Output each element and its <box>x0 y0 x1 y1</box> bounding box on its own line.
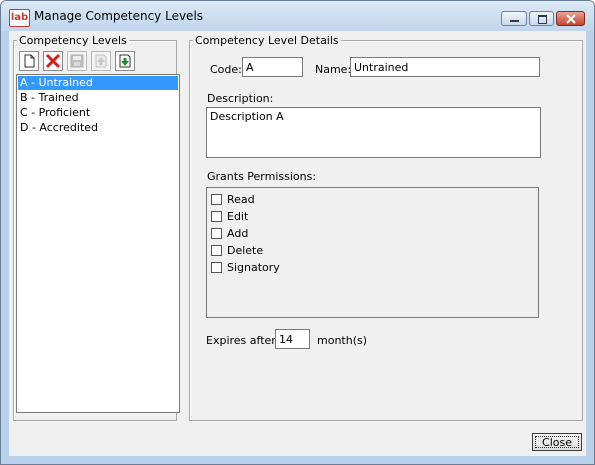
list-item[interactable]: A - Untrained <box>18 76 178 90</box>
name-input[interactable] <box>350 57 540 77</box>
description-text: Description A <box>210 110 284 123</box>
maximize-button[interactable] <box>529 11 554 26</box>
minimize-button[interactable] <box>501 11 527 26</box>
grants-permissions-label: Grants Permissions: <box>207 170 317 183</box>
window-title: Manage Competency Levels <box>34 9 204 23</box>
new-document-icon <box>24 54 35 68</box>
manage-competency-levels-window: lab Manage Competency Levels Competency … <box>0 0 595 465</box>
list-item[interactable]: D - Accredited <box>18 121 178 135</box>
minimize-icon <box>510 20 519 22</box>
competency-levels-list[interactable]: A - Untrained B - Trained C - Proficient… <box>16 74 180 413</box>
code-label: Code: <box>210 63 242 76</box>
competency-levels-legend: Competency Levels <box>19 34 127 47</box>
dialog-client-area: Competency Levels A - Untrained B - Trai… <box>9 31 586 456</box>
name-label: Name: <box>315 63 352 76</box>
add-checkbox[interactable] <box>211 228 222 239</box>
list-item[interactable]: C - Proficient <box>18 106 178 120</box>
add-label: Add <box>227 227 249 240</box>
close-button[interactable]: Close <box>532 433 582 451</box>
expires-months-input[interactable] <box>275 329 310 349</box>
description-label: Description: <box>207 92 274 105</box>
maximize-icon <box>538 15 547 24</box>
app-logo-icon: lab <box>9 9 30 27</box>
save-level-button[interactable] <box>67 51 87 71</box>
move-down-button[interactable] <box>115 51 135 71</box>
expires-after-label: Expires after <box>206 334 276 347</box>
read-checkbox[interactable] <box>211 194 222 205</box>
edit-checkbox[interactable] <box>211 211 222 222</box>
window-close-button[interactable] <box>556 11 585 26</box>
signatory-label: Signatory <box>227 261 280 274</box>
months-unit-label: month(s) <box>317 334 368 347</box>
new-level-button[interactable] <box>19 51 39 71</box>
delete-x-icon <box>45 53 61 69</box>
close-x-icon <box>566 14 576 24</box>
move-down-icon <box>119 54 131 68</box>
signatory-checkbox[interactable] <box>211 262 222 273</box>
delete-label: Delete <box>227 244 264 257</box>
save-disk-icon <box>70 54 84 68</box>
move-up-icon <box>95 54 107 68</box>
code-input[interactable] <box>242 57 303 77</box>
permissions-list: Read Edit Add Delete Signatory <box>206 187 539 318</box>
edit-label: Edit <box>227 210 249 223</box>
read-label: Read <box>227 193 255 206</box>
move-up-button[interactable] <box>91 51 111 71</box>
title-bar[interactable]: lab Manage Competency Levels <box>1 1 594 31</box>
description-textarea[interactable]: Description A <box>206 107 541 158</box>
delete-level-button[interactable] <box>43 51 63 71</box>
list-item[interactable]: B - Trained <box>18 91 178 105</box>
delete-checkbox[interactable] <box>211 245 222 256</box>
details-legend: Competency Level Details <box>195 34 339 47</box>
